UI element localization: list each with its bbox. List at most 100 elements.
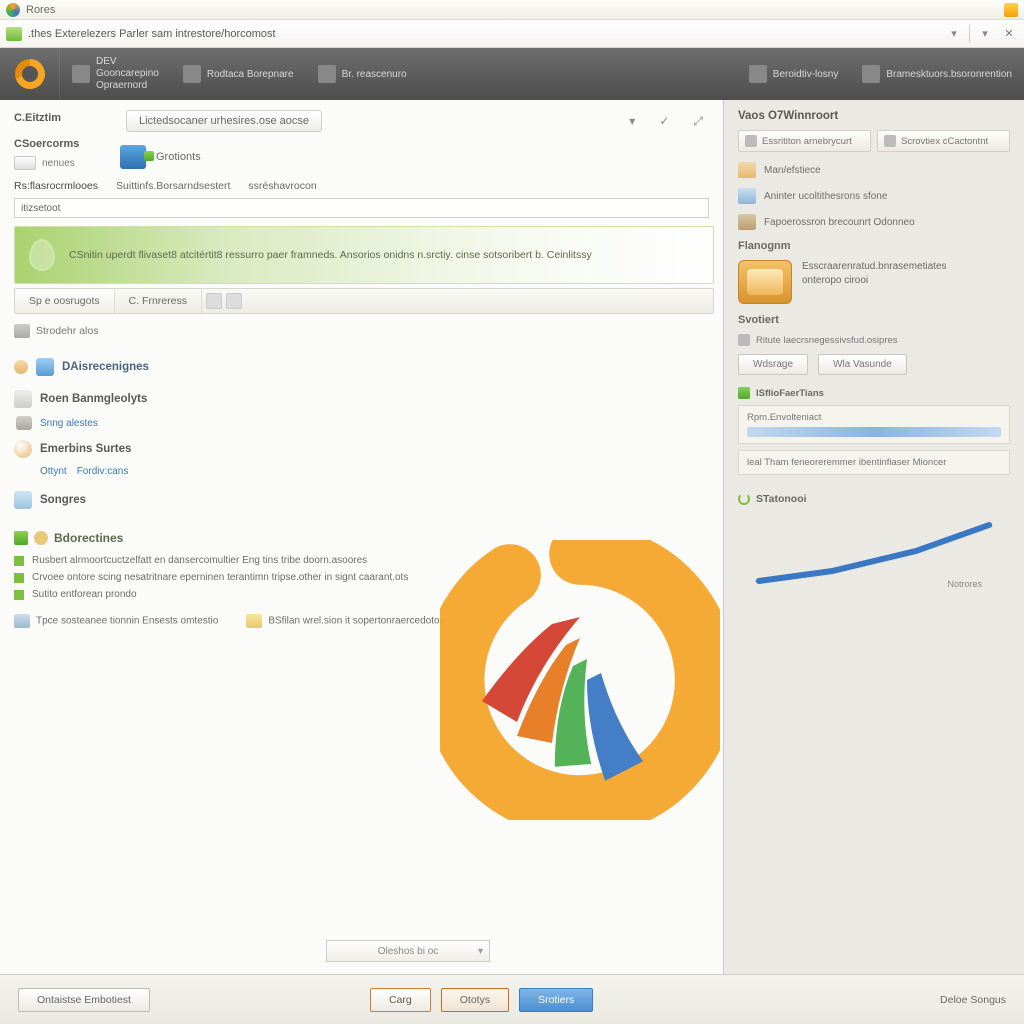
category-header[interactable]: DAisrecenignes	[14, 358, 709, 376]
breadcrumb: Strodehr alos	[14, 324, 709, 338]
detections-title: Bdorectines	[54, 531, 123, 545]
expand-icon[interactable]: ⤢	[687, 114, 709, 129]
spinner-icon	[738, 493, 750, 505]
footer-btn-cancel[interactable]: Carg	[370, 988, 431, 1012]
search-input[interactable]	[14, 198, 709, 218]
cat2-title: Emerbins Surtes	[40, 443, 131, 455]
rp-link-2[interactable]: leal Tham feneoreremmer ibentinfiaser Mi…	[738, 450, 1010, 475]
cat2-link1[interactable]: Ottynt	[40, 466, 67, 477]
square-green-icon	[14, 531, 28, 545]
footer-bar: Ontaistse Embotiest Carg Ototys Srotiers…	[0, 974, 1024, 1024]
window-icon	[14, 491, 32, 509]
sub-tabs: Rs:flasrocrmlooes Suittinfs.Borsarndsest…	[14, 180, 709, 192]
category-title: DAisrecenignes	[62, 361, 149, 373]
grid-icon	[14, 324, 30, 338]
bottom-dropdown-label: Oleshos bi oc	[378, 946, 439, 957]
chart-label: Notrores	[947, 579, 982, 589]
tab-a[interactable]: Rs:flasrocrmlooes	[14, 180, 98, 192]
category-item-1[interactable]: Roen Banmgleolyts	[14, 390, 709, 408]
cat2-link2[interactable]: Fordiv:cans	[77, 466, 129, 477]
category-item-1-link: Snng alestes	[16, 416, 709, 430]
cmd-new[interactable]: DEV Gooncarepino Opraernord	[60, 56, 171, 92]
footer-btn-1[interactable]: Ontaistse Embotiest	[18, 988, 150, 1012]
category-icon	[14, 360, 28, 374]
address-path[interactable]: .thes Exterelezers Parler sam intrestore…	[28, 28, 939, 40]
checkbox-icon	[738, 334, 750, 346]
category-item-2[interactable]: Emerbins Surtes	[14, 440, 709, 458]
cat1-title: Roen Banmgleolyts	[40, 393, 147, 405]
detection-footer-2[interactable]: BSfilan wrel.sion it sopertonraercedotoa	[246, 614, 445, 628]
history-dropdown-icon[interactable]: ▾	[976, 27, 994, 40]
rp-feature[interactable]: Esscraarenratud.bnrasemetiates onteropo …	[738, 260, 1010, 304]
drive-icon	[16, 416, 32, 430]
refresh-icon	[749, 65, 767, 83]
page-icon	[72, 65, 90, 83]
separator	[969, 25, 970, 43]
subbar-btn2[interactable]: C. Frnreress	[115, 289, 202, 313]
rp-link-1[interactable]: Rpm.Envolteniact	[738, 405, 1010, 444]
bullet-icon	[14, 590, 24, 600]
side-panel-title: Vaos O7Winnroort	[738, 110, 1010, 122]
tab-b[interactable]: Suittinfs.Borsarndsestert	[116, 180, 230, 192]
tab-icon	[884, 135, 896, 147]
command-bar: DEV Gooncarepino Opraernord Rodtaca Bore…	[0, 48, 1024, 100]
rp-sub1-title: Flanognm	[738, 240, 1010, 252]
rp-list-item-1[interactable]: Man/efstiece	[738, 162, 1010, 178]
app-icon	[6, 3, 20, 17]
detection-footer-1[interactable]: Tpce sosteanee tionnin Ensests omtestio	[14, 614, 218, 628]
app-logo-button[interactable]	[0, 48, 60, 100]
rp-button-1[interactable]: Wdsrage	[738, 354, 808, 375]
export-icon	[14, 614, 30, 628]
cmd-right2[interactable]: Bramesktuors.bsoronrention	[850, 65, 1024, 83]
address-dropdown-icon[interactable]: ▾	[945, 27, 963, 40]
folder-icon	[6, 27, 22, 41]
cmd-item2-label: Rodtaca Borepnare	[207, 69, 294, 80]
category-item-2-links: Ottynt Fordiv:cans	[40, 466, 709, 477]
rp-section-title: Svotiert	[738, 314, 1010, 326]
globe-icon	[14, 440, 32, 458]
cmd-item3[interactable]: Br. reascenuro	[306, 65, 419, 83]
cmd-item2[interactable]: Rodtaca Borepnare	[171, 65, 306, 83]
detections-section: Bdorectines Rusbert alrmoortcuctzelfatt …	[14, 531, 709, 628]
subbar-btn1[interactable]: Sp e oosrugots	[15, 289, 115, 313]
cmd-right1[interactable]: Beroidtiv-losny	[737, 65, 851, 83]
detection-line-1: Rusbert alrmoortcuctzelfatt en dansercom…	[14, 555, 709, 566]
status-banner: CSnitin uperdt flivaset8 atcitértit8 res…	[14, 226, 714, 284]
stats-chart: Notrores	[738, 517, 1010, 587]
tab-c[interactable]: ssréshavrocon	[248, 180, 316, 192]
side-item[interactable]: nenues	[14, 156, 106, 170]
shield-icon	[120, 145, 146, 169]
tab-icon	[745, 135, 757, 147]
filter-pill[interactable]: Lictedsocaner urhesires.ose aocse	[126, 110, 322, 132]
main-panel: C.Eitztim Lictedsocaner urhesires.ose ao…	[0, 100, 724, 974]
subbar-icon1[interactable]	[206, 293, 222, 309]
footer-btn-options[interactable]: Ototys	[441, 988, 509, 1012]
rp-section-row[interactable]: Ritute laecrsnegessivsfud.osipres	[738, 334, 1010, 346]
category-item-3[interactable]: Songres	[14, 491, 709, 509]
bottom-dropdown[interactable]: Oleshos bi oc	[326, 940, 490, 962]
footer-link[interactable]: Deloe Songus	[940, 994, 1006, 1006]
rp-list-item-3[interactable]: Fapoerossron brecounrt Odonneo	[738, 214, 1010, 230]
check-icon[interactable]: ✓	[653, 114, 675, 128]
rp-button-2[interactable]: Wla Vasunde	[818, 354, 907, 375]
rp-list-item-2[interactable]: Aninter ucoltithesrons sfone	[738, 188, 1010, 204]
cmd-item3-label: Br. reascenuro	[342, 69, 407, 80]
shield-small-icon	[36, 358, 54, 376]
rp-panel-head: ISflioFaerTians	[738, 387, 1010, 399]
gear-icon	[318, 65, 336, 83]
folder-icon	[738, 162, 756, 178]
chevron-down-icon[interactable]: ▾	[623, 114, 641, 128]
footer-btn-primary[interactable]: Srotiers	[519, 988, 593, 1012]
close-icon[interactable]: ✕	[1000, 27, 1018, 40]
rp-tab-1[interactable]: Essrititon arnebrycurt	[738, 130, 871, 152]
rp-stats: STatonooi Notrores	[738, 493, 1010, 587]
notification-icon[interactable]	[1004, 3, 1018, 17]
archive-icon	[738, 214, 756, 230]
panel-icon	[738, 387, 750, 399]
cat1-link[interactable]: Snng alestes	[40, 418, 98, 429]
report-icon	[246, 614, 262, 628]
circle-amber-icon	[34, 531, 48, 545]
rp-tab-2[interactable]: Scrovtiex cCactontnt	[877, 130, 1010, 152]
subbar-icon2[interactable]	[226, 293, 242, 309]
side-panel: Vaos O7Winnroort Essrititon arnebrycurt …	[724, 100, 1024, 974]
